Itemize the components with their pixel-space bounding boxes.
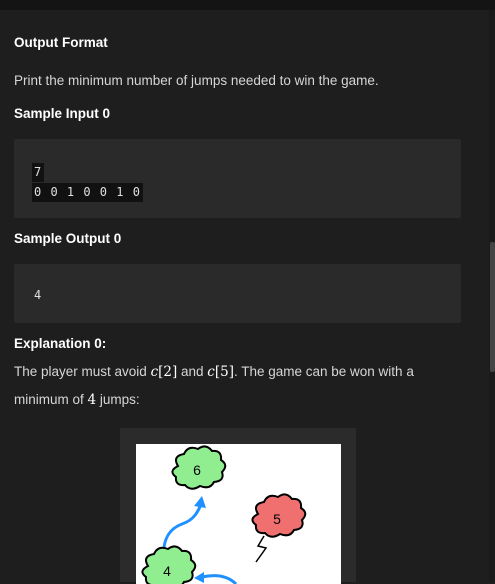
explanation-text-a: The player must avoid — [14, 364, 151, 379]
cloud-6-label: 6 — [193, 462, 201, 478]
math-index-2: [2] — [158, 364, 178, 380]
arrowhead-to-6 — [194, 496, 206, 508]
arrowhead-to-4 — [194, 572, 204, 583]
math-c-2: c — [207, 364, 215, 380]
top-bar — [0, 0, 495, 10]
sample-output-heading: Sample Output 0 — [14, 231, 122, 246]
sample-input-box: 7 0 0 1 0 0 1 0 — [14, 139, 461, 218]
math-c-1: c — [150, 364, 159, 380]
sample-input-line-2: 0 0 1 0 0 1 0 — [32, 183, 143, 202]
explanation-text-b: . The game can be won with a — [233, 364, 414, 379]
cloud-6: 6 — [171, 445, 227, 490]
explanation-and: and — [177, 364, 208, 379]
scrollbar-thumb[interactable] — [490, 242, 495, 372]
sample-input-heading: Sample Input 0 — [14, 106, 111, 121]
cloud-4: 4 — [141, 545, 197, 584]
output-format-heading: Output Format — [14, 35, 108, 50]
thundercloud-5: 5 — [251, 493, 307, 563]
sample-input-line-1: 7 — [32, 163, 45, 182]
explanation-text-d: jumps: — [96, 392, 140, 407]
cloud-4-label: 4 — [163, 563, 171, 579]
lightning-bolt — [255, 535, 268, 563]
explanation-figure: 6 5 4 — [120, 428, 356, 584]
sample-output-box: 4 — [14, 264, 461, 323]
output-format-text: Print the minimum number of jumps needed… — [14, 73, 379, 88]
math-jumps: 4 — [87, 392, 97, 408]
figure-canvas: 6 5 4 — [136, 444, 341, 584]
explanation-text-c: minimum of — [14, 392, 88, 407]
explanation-line-1: The player must avoid c[2] and c[5]. The… — [14, 364, 414, 380]
jump-arrow-into-4 — [201, 574, 238, 584]
explanation-line-2: minimum of 4 jumps: — [14, 392, 140, 408]
math-index-5: [5] — [214, 364, 234, 380]
cloud-5-label: 5 — [273, 511, 281, 527]
sample-output-value: 4 — [34, 288, 43, 302]
explanation-heading: Explanation 0: — [14, 336, 107, 351]
clouds-illustration: 6 5 4 — [141, 445, 307, 584]
